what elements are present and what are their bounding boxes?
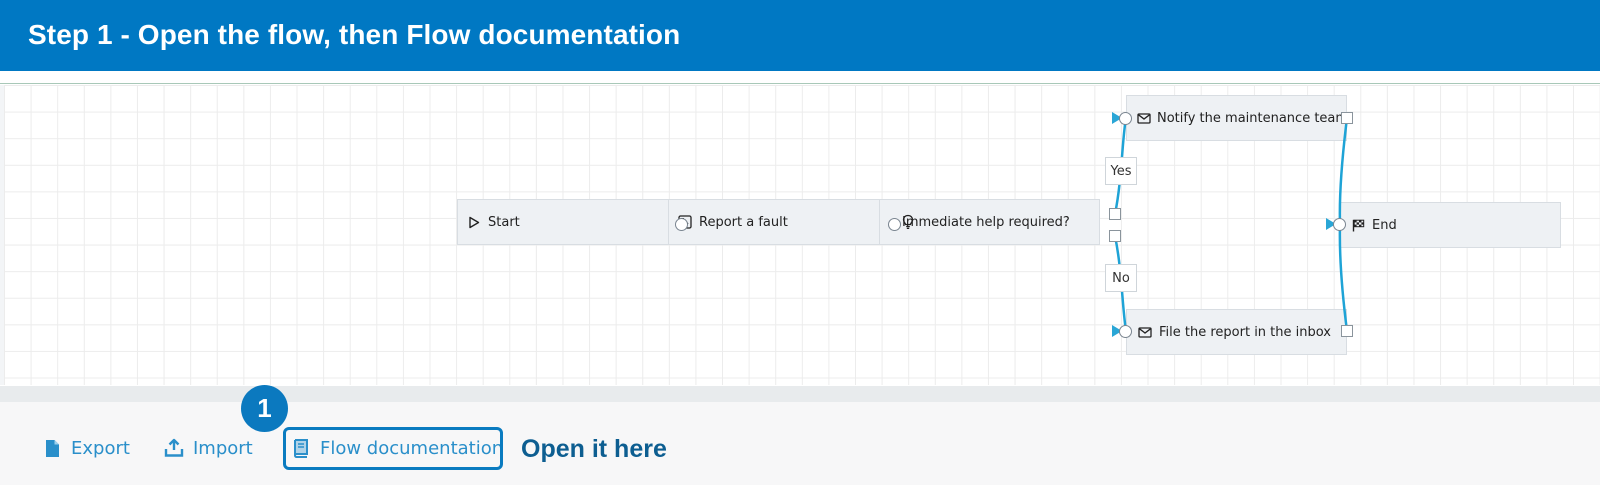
port-out-file[interactable] <box>1341 325 1353 337</box>
step-badge: 1 <box>241 385 288 432</box>
play-outline-icon <box>466 214 482 230</box>
node-file-report-label: File the report in the inbox <box>1159 324 1331 340</box>
node-notify-team-label: Notify the maintenance team <box>1157 110 1349 126</box>
export-label: Export <box>71 437 130 459</box>
envelope-icon <box>1137 110 1151 126</box>
node-start[interactable]: Start <box>457 199 669 245</box>
export-button[interactable]: Export <box>42 436 130 460</box>
header-divider <box>0 83 1600 84</box>
file-icon <box>42 437 62 459</box>
node-end[interactable]: End <box>1340 202 1561 248</box>
checkered-flag-icon <box>1350 217 1366 233</box>
port-in-end[interactable] <box>1333 218 1346 231</box>
canvas-scroll-bar[interactable] <box>0 386 1600 402</box>
node-notify-team[interactable]: Notify the maintenance team <box>1126 95 1349 141</box>
port-out-notify[interactable] <box>1341 112 1353 124</box>
port-in-report[interactable] <box>675 218 688 231</box>
edge-label-yes: Yes <box>1105 157 1137 185</box>
node-report-fault-label: Report a fault <box>699 214 788 230</box>
node-file-report[interactable]: File the report in the inbox <box>1126 309 1347 355</box>
import-button[interactable]: Import <box>164 436 253 460</box>
node-report-fault[interactable]: Report a fault <box>668 199 880 245</box>
edge-label-no: No <box>1105 264 1137 292</box>
port-out-yes[interactable] <box>1109 208 1121 220</box>
port-in-decision[interactable] <box>888 218 901 231</box>
node-start-label: Start <box>488 214 520 230</box>
highlight-frame <box>283 427 503 470</box>
port-out-no[interactable] <box>1109 230 1121 242</box>
envelope-icon <box>1137 324 1153 340</box>
node-end-label: End <box>1372 217 1397 233</box>
page-title: Step 1 - Open the flow, then Flow docume… <box>28 19 681 50</box>
callout-text: Open it here <box>521 435 667 463</box>
port-in-file[interactable] <box>1119 325 1132 338</box>
import-label: Import <box>193 437 253 459</box>
page-header: Step 1 - Open the flow, then Flow docume… <box>0 0 1600 71</box>
upload-icon <box>164 437 184 459</box>
port-in-notify[interactable] <box>1119 112 1132 125</box>
lightbulb-icon <box>902 214 914 235</box>
node-decision-label: Immediate help required? <box>902 214 1070 230</box>
